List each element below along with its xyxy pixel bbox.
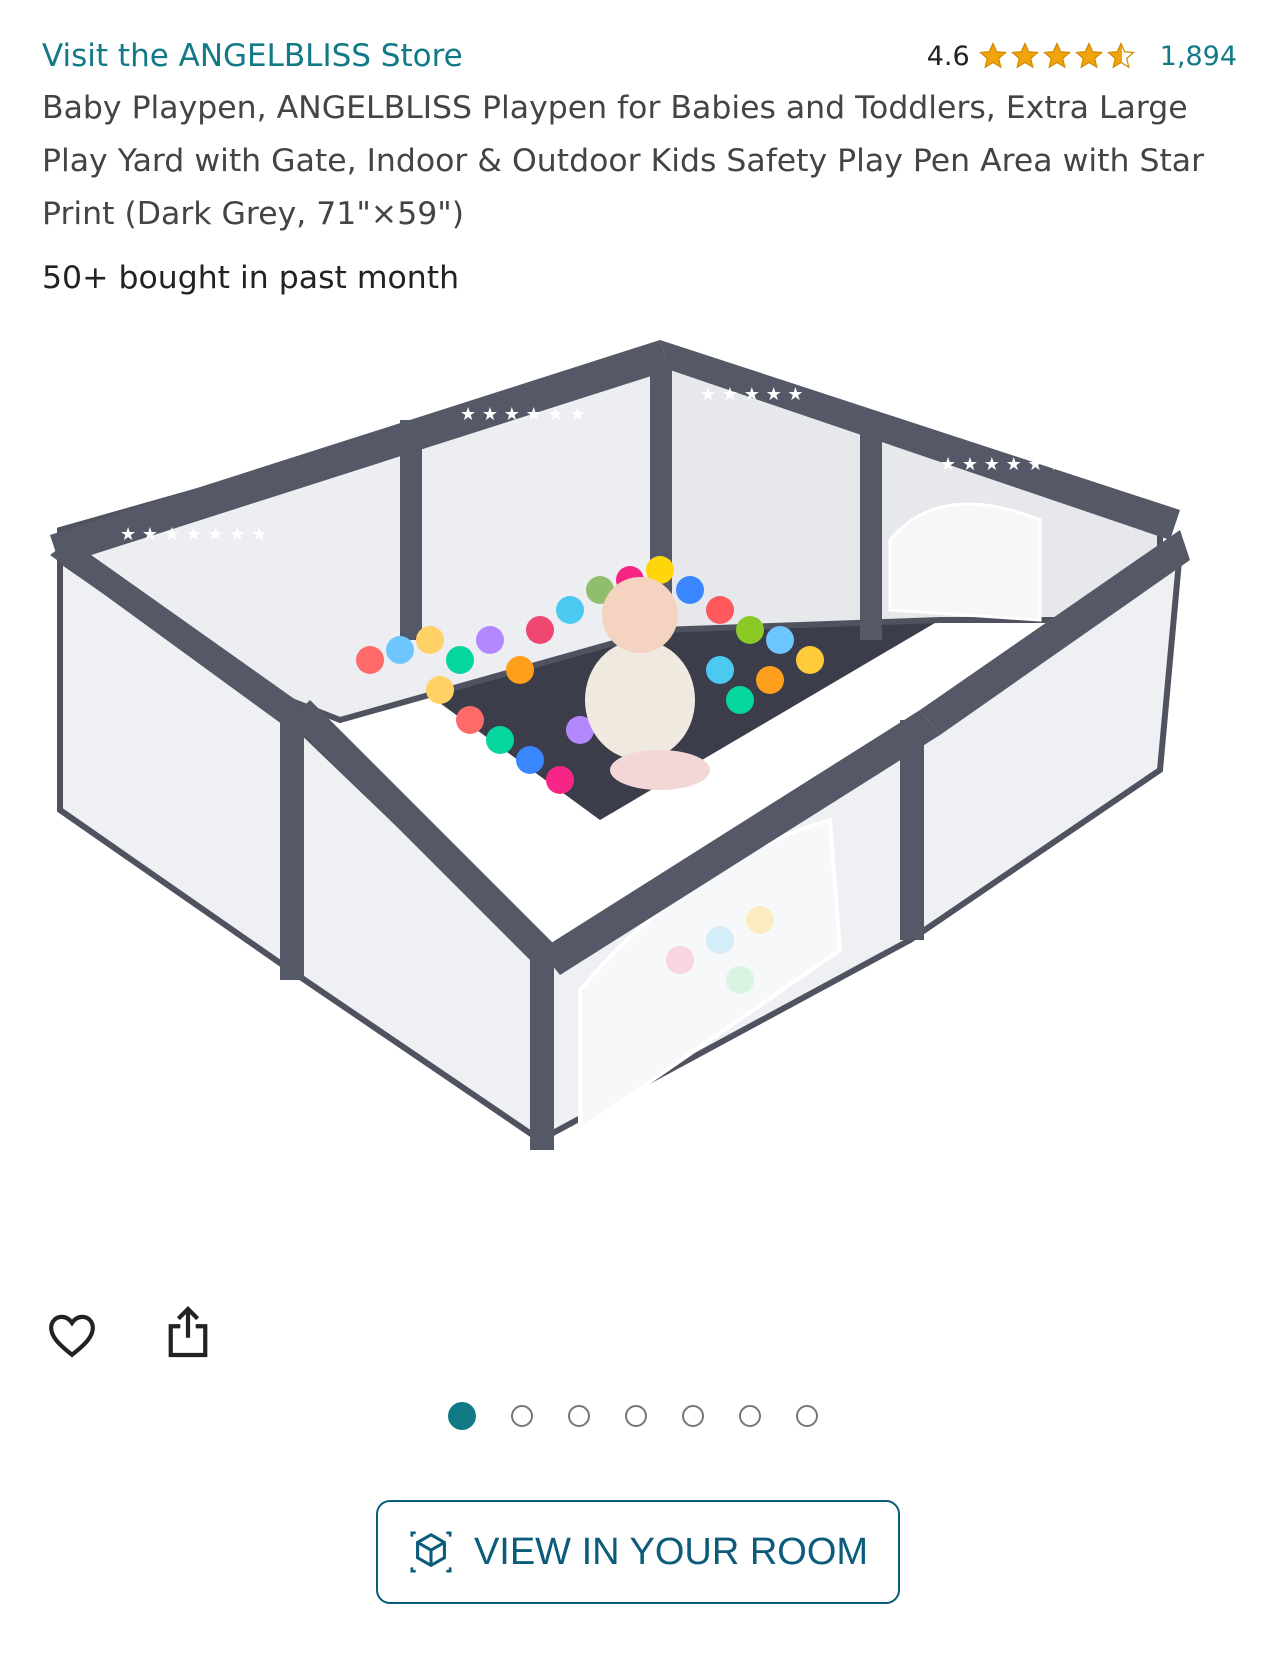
favorite-button[interactable] bbox=[42, 1305, 102, 1365]
purchase-stat: 50+ bought in past month bbox=[42, 260, 460, 296]
svg-text:★ ★ ★ ★ ★: ★ ★ ★ ★ ★ bbox=[700, 384, 804, 405]
svg-text:★ ★ ★ ★ ★ ★: ★ ★ ★ ★ ★ ★ bbox=[940, 454, 1065, 475]
rating-stars bbox=[978, 41, 1138, 71]
star-icon bbox=[1074, 41, 1103, 69]
svg-text:★ ★ ★ ★ ★ ★ ★: ★ ★ ★ ★ ★ ★ ★ bbox=[120, 524, 267, 545]
carousel-dot-3[interactable] bbox=[568, 1405, 590, 1427]
carousel-dot-7[interactable] bbox=[796, 1405, 818, 1427]
rating-value: 4.6 bbox=[926, 40, 970, 72]
carousel-dot-1[interactable] bbox=[448, 1402, 476, 1430]
star-icon bbox=[978, 41, 1007, 69]
carousel-dot-2[interactable] bbox=[511, 1405, 533, 1427]
star-icon bbox=[1010, 41, 1039, 69]
carousel-dot-4[interactable] bbox=[625, 1405, 647, 1427]
view-in-room-button[interactable]: VIEW IN YOUR ROOM bbox=[376, 1500, 900, 1604]
star-half-icon bbox=[1106, 41, 1135, 69]
visit-store-link[interactable]: Visit the ANGELBLISS Store bbox=[42, 38, 463, 74]
star-icon bbox=[1042, 41, 1071, 69]
product-image[interactable]: ★ ★ ★ ★ ★ ★ ★ ★ ★ ★ ★ ★ ★ ★ ★ ★ ★ ★ ★ ★ … bbox=[40, 340, 1240, 1260]
ar-cube-icon bbox=[410, 1531, 452, 1573]
share-icon bbox=[168, 1306, 208, 1358]
carousel-dot-5[interactable] bbox=[682, 1405, 704, 1427]
rating-count[interactable]: 1,894 bbox=[1160, 41, 1237, 72]
share-button[interactable] bbox=[158, 1302, 218, 1362]
store-rating-row: Visit the ANGELBLISS Store 4.6 1,894 bbox=[42, 30, 1237, 82]
carousel-indicators bbox=[448, 1402, 853, 1430]
svg-text:★ ★ ★ ★ ★ ★: ★ ★ ★ ★ ★ ★ bbox=[460, 404, 585, 425]
product-title: Baby Playpen, ANGELBLISS Playpen for Bab… bbox=[42, 90, 1205, 232]
rating-summary[interactable]: 4.6 1,894 bbox=[927, 41, 1237, 72]
heart-icon bbox=[49, 1314, 95, 1358]
view-in-room-label: VIEW IN YOUR ROOM bbox=[473, 1530, 869, 1573]
carousel-dot-6[interactable] bbox=[739, 1405, 761, 1427]
